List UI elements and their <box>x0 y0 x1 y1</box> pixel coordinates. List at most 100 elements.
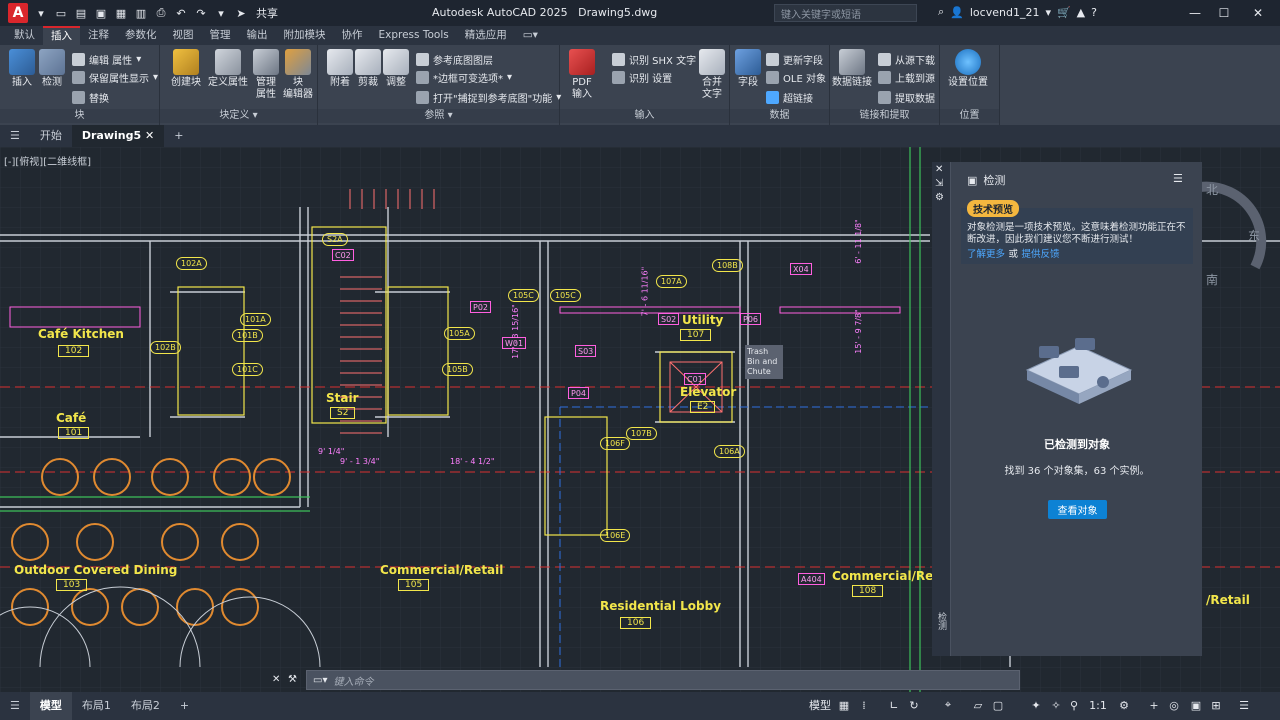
tab-ribbon-1[interactable]: 插入 <box>43 26 80 45</box>
layout-menu-icon[interactable]: ☰ <box>0 692 30 720</box>
undo-icon[interactable]: ↶ <box>174 6 188 20</box>
door-tag[interactable]: 105C <box>550 289 581 302</box>
door-tag[interactable]: 108B <box>712 259 743 272</box>
compass-south[interactable]: 南 <box>1206 271 1218 288</box>
tab-layout2[interactable]: 布局2 <box>121 692 170 720</box>
tab-ribbon-9[interactable]: Express Tools <box>371 26 457 45</box>
update-fields-button[interactable]: 更新字段 <box>766 51 823 67</box>
adjust-button[interactable]: 调整 <box>376 49 416 89</box>
minimize-icon[interactable]: — <box>1185 4 1205 22</box>
print-icon[interactable]: ⎙ <box>154 6 168 20</box>
customize-icon[interactable]: ▾ <box>214 6 228 20</box>
door-tag[interactable]: 106F <box>600 437 630 450</box>
door-tag[interactable]: 101C <box>232 363 263 376</box>
dimension-text[interactable]: 15' - 9 7/8" <box>854 309 863 354</box>
room-label[interactable]: Residential Lobby <box>600 599 721 613</box>
define-attr-button[interactable]: 定义属性 <box>208 49 248 89</box>
tab-layout1[interactable]: 布局1 <box>72 692 121 720</box>
triangle-icon[interactable]: ▲ <box>1077 6 1085 19</box>
pdf-import-button[interactable]: PDF 输入 <box>562 49 602 101</box>
tab-drawing5[interactable]: Drawing5 ✕ <box>71 125 165 147</box>
autoscale-icon[interactable]: ⚲ <box>1066 697 1082 713</box>
dimension-text[interactable]: 9' 1/4" <box>318 447 344 456</box>
room-number[interactable]: 105 <box>398 579 430 591</box>
tag-label[interactable]: P02 <box>470 301 492 313</box>
keep-attr-button[interactable]: 保留属性显示 ▾ <box>72 69 158 85</box>
data-link-button[interactable]: 数据链接 <box>832 49 872 89</box>
tab-model[interactable]: 模型 <box>29 692 72 720</box>
isolate-icon[interactable]: ◎ <box>1166 697 1182 713</box>
tab-ribbon-7[interactable]: 附加模块 <box>276 26 334 45</box>
ole-object-button[interactable]: OLE 对象 <box>766 69 826 85</box>
tab-ribbon-4[interactable]: 视图 <box>165 26 202 45</box>
tag-label[interactable]: P06 <box>740 313 762 325</box>
search-input[interactable]: 键入关键字或短语 <box>774 4 917 22</box>
autocad-logo[interactable]: A <box>8 3 28 23</box>
snap-icon[interactable]: ⁞ <box>856 697 872 713</box>
snap-underlay-button[interactable]: 打开"捕捉到参考底图"功能 ▾ <box>416 89 561 105</box>
tag-label[interactable]: X04 <box>790 263 812 275</box>
close-icon[interactable]: ✕ <box>1248 4 1268 22</box>
web-icon[interactable]: ▥ <box>134 6 148 20</box>
compass-east[interactable]: 东 <box>1248 227 1260 244</box>
search-icon[interactable]: ⌕ <box>938 5 944 19</box>
save-as-icon[interactable]: ▦ <box>114 6 128 20</box>
tab-ribbon-3[interactable]: 参数化 <box>117 26 165 45</box>
room-label[interactable]: Café Kitchen <box>38 327 124 341</box>
room-label[interactable]: Outdoor Covered Dining <box>14 563 177 577</box>
share-button[interactable]: 共享 <box>256 5 278 21</box>
menu-arrow-icon[interactable]: ▾ <box>34 6 48 20</box>
door-tag[interactable]: 101B <box>232 329 263 342</box>
annotation-visibility-icon[interactable]: ✧ <box>1048 697 1064 713</box>
new-tab-icon[interactable]: + <box>164 125 193 147</box>
edit-attr-button[interactable]: 编辑 属性 ▾ <box>72 51 141 67</box>
customize-status-icon[interactable]: ☰ <box>1236 697 1252 713</box>
door-tag[interactable]: 102A <box>176 257 207 270</box>
compass-north[interactable]: 北 <box>1206 181 1218 198</box>
tag-label[interactable]: S02 <box>658 313 680 325</box>
command-line-input[interactable]: ▭▾ 键入命令 <box>306 670 1020 690</box>
room-label[interactable]: Utility <box>682 313 723 327</box>
close-tab-icon[interactable]: ✕ <box>145 129 154 142</box>
combine-text-button[interactable]: 合并 文字 <box>692 49 732 101</box>
cmdline-wrench-icon[interactable]: ⚒ <box>288 674 297 685</box>
dimension-text[interactable]: 7' - 6 11/16" <box>640 267 649 317</box>
tab-start[interactable]: 开始 <box>30 125 72 147</box>
room-label[interactable]: Café <box>56 411 86 425</box>
frame-variable-button[interactable]: *边框可变选项* ▾ <box>416 69 512 85</box>
door-tag[interactable]: 105C <box>508 289 539 302</box>
tag-label[interactable]: A404 <box>798 573 825 585</box>
dimension-text[interactable]: 17' - 3 15/16" <box>511 304 520 359</box>
transparency-icon[interactable]: ▢ <box>990 697 1006 713</box>
open-folder-icon[interactable]: ▤ <box>74 6 88 20</box>
user-name[interactable]: locvend1_21 <box>970 6 1040 19</box>
cart-icon[interactable]: 🛒 <box>1057 6 1071 19</box>
add-layout-icon[interactable]: + <box>170 692 199 720</box>
redo-icon[interactable]: ↷ <box>194 6 208 20</box>
room-number[interactable]: 107 <box>680 329 712 341</box>
room-number[interactable]: 108 <box>852 585 884 597</box>
maximize-icon[interactable]: ☐ <box>1214 4 1234 22</box>
set-location-button[interactable]: 设置位置 <box>948 49 988 89</box>
hyperlink-button[interactable]: 超链接 <box>766 89 813 105</box>
tag-label[interactable]: P04 <box>568 387 590 399</box>
dimension-text[interactable]: 18' - 4 1/2" <box>450 457 495 466</box>
replace-button[interactable]: 替换 <box>72 89 109 105</box>
door-tag[interactable]: 106A <box>714 445 745 458</box>
learn-more-link[interactable]: 了解更多 <box>967 249 1005 260</box>
create-block-button[interactable]: 创建块 <box>166 49 206 89</box>
door-tag[interactable]: 107B <box>626 427 657 440</box>
recognize-shx-button[interactable]: 识别 SHX 文字 <box>612 51 696 67</box>
room-label[interactable]: Commercial/Retail <box>380 563 503 577</box>
tab-ribbon-0[interactable]: 默认 <box>6 26 43 45</box>
block-editor-button[interactable]: 块 编辑器 <box>278 49 318 101</box>
chevron-down-icon[interactable]: ▾ <box>1045 6 1051 19</box>
door-tag[interactable]: 106E <box>600 529 631 542</box>
tab-ribbon-2[interactable]: 注释 <box>80 26 117 45</box>
annotation-icon[interactable]: ✦ <box>1028 697 1044 713</box>
grid-icon[interactable]: ▦ <box>836 697 852 713</box>
feedback-link[interactable]: 提供反馈 <box>1022 249 1060 260</box>
room-number[interactable]: S2 <box>330 407 356 419</box>
dimension-text[interactable]: 6' - 11 1/8" <box>854 219 863 264</box>
scale-label[interactable]: 1:1 <box>1086 697 1110 713</box>
